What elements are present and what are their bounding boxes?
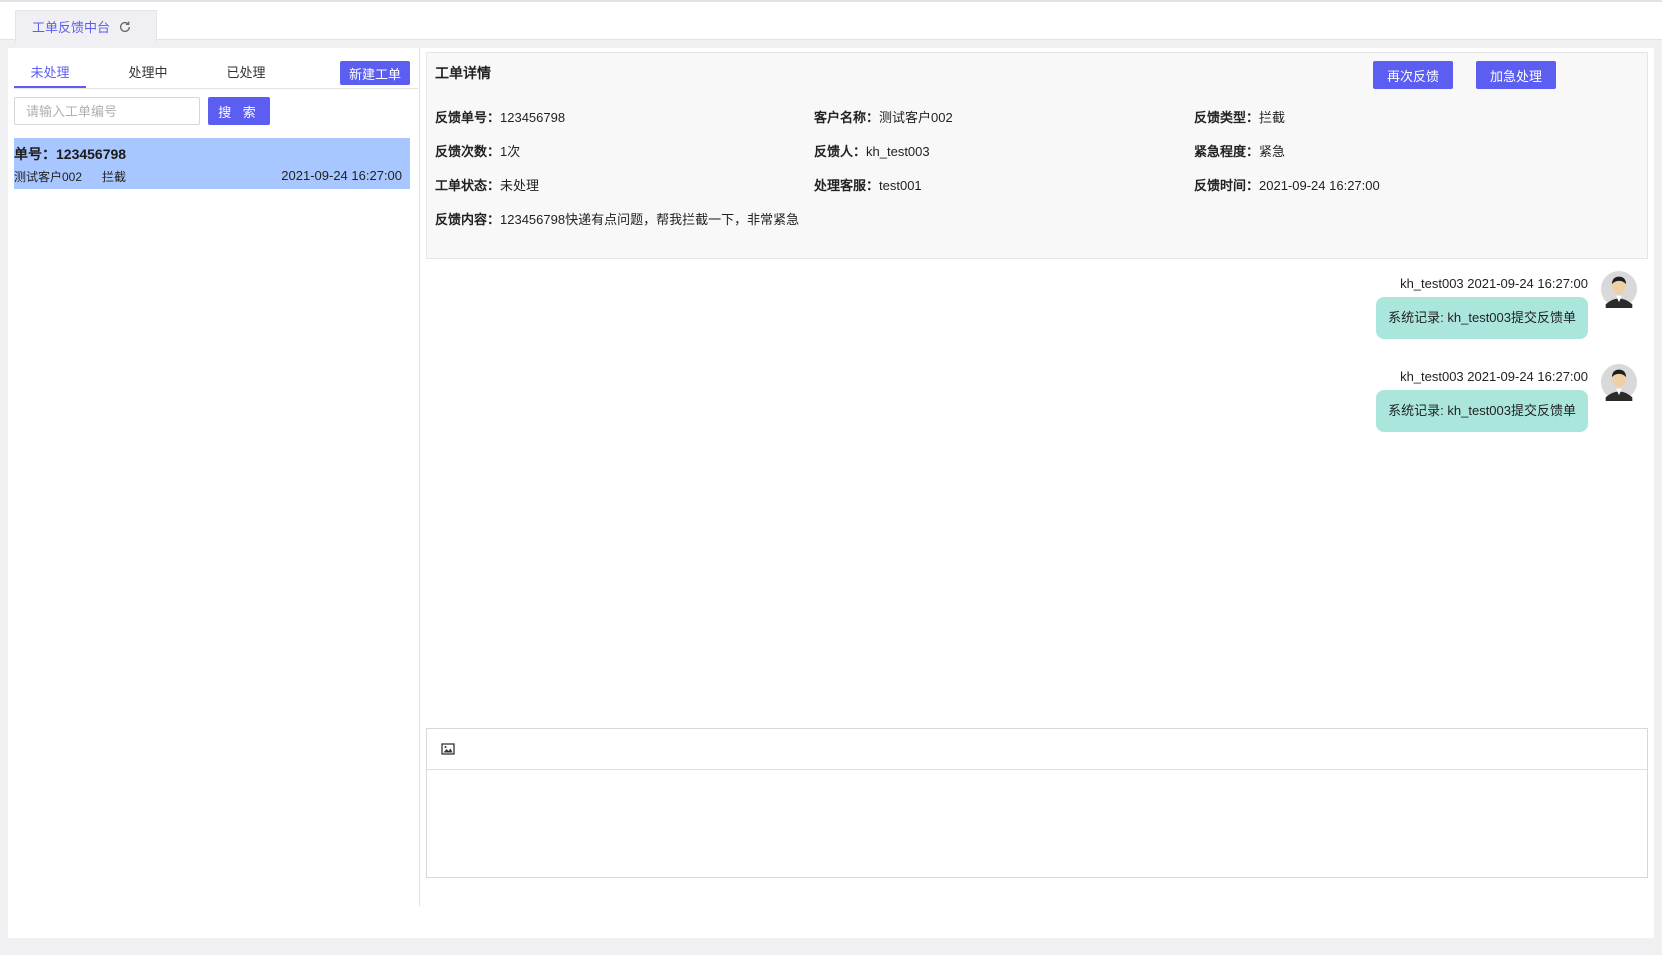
ticket-list-panel: 未处理 处理中 已处理 新建工单 搜 索 单号：123456798 测试客户00… bbox=[8, 48, 420, 906]
ticket-list-item[interactable]: 单号：123456798 测试客户002 拦截 2021-09-24 16:27… bbox=[14, 138, 410, 189]
reply-editor bbox=[426, 728, 1648, 878]
message-bubble: 系统记录: kh_test003提交反馈单 bbox=[1376, 297, 1588, 339]
ticket-type: 拦截 bbox=[102, 170, 127, 184]
field-feedback-time: 反馈时间：2021-09-24 16:27:00 bbox=[1194, 178, 1380, 193]
tab-processing[interactable]: 处理中 bbox=[112, 58, 184, 88]
top-bar: 工单反馈中台 bbox=[0, 0, 1662, 42]
ticket-number: 单号：123456798 bbox=[14, 146, 127, 162]
ticket-customer: 测试客户002 bbox=[14, 170, 83, 184]
tab-processed[interactable]: 已处理 bbox=[210, 58, 282, 88]
editor-toolbar bbox=[427, 729, 1647, 770]
main-container: 未处理 处理中 已处理 新建工单 搜 索 单号：123456798 测试客户00… bbox=[8, 48, 1654, 938]
user-avatar-icon bbox=[1600, 363, 1638, 401]
field-feedback-person: 反馈人：kh_test003 bbox=[814, 144, 930, 159]
image-icon[interactable] bbox=[441, 742, 455, 756]
message-meta: kh_test003 2021-09-24 16:27:00 bbox=[1400, 276, 1588, 291]
tab-unprocessed[interactable]: 未处理 bbox=[14, 58, 86, 88]
field-feedback-count: 反馈次数：1次 bbox=[435, 144, 521, 159]
page-tab-label: 工单反馈中台 bbox=[32, 20, 111, 35]
ticket-number-search-input[interactable] bbox=[14, 97, 200, 125]
user-avatar-icon bbox=[1600, 270, 1638, 308]
refeedback-button[interactable]: 再次反馈 bbox=[1373, 61, 1453, 89]
field-handler: 处理客服：test001 bbox=[814, 178, 922, 193]
details-title: 工单详情 bbox=[435, 65, 491, 81]
new-ticket-button[interactable]: 新建工单 bbox=[340, 61, 410, 85]
urgent-process-button[interactable]: 加急处理 bbox=[1476, 61, 1556, 89]
field-status: 工单状态：未处理 bbox=[435, 178, 540, 193]
message-meta: kh_test003 2021-09-24 16:27:00 bbox=[1400, 369, 1588, 384]
field-urgency: 紧急程度：紧急 bbox=[1194, 144, 1286, 159]
field-content: 反馈内容：123456798快递有点问题，帮我拦截一下，非常紧急 bbox=[435, 212, 800, 227]
message-bubble: 系统记录: kh_test003提交反馈单 bbox=[1376, 390, 1588, 432]
editor-text-area[interactable] bbox=[427, 770, 1647, 877]
search-button[interactable]: 搜 索 bbox=[208, 97, 270, 125]
ticket-details: 工单详情 再次反馈 加急处理 反馈单号：123456798 客户名称：测试客户0… bbox=[426, 52, 1648, 259]
message-history: kh_test003 2021-09-24 16:27:00 系统记录: kh_… bbox=[426, 264, 1648, 724]
ticket-detail-panel: 工单详情 再次反馈 加急处理 反馈单号：123456798 客户名称：测试客户0… bbox=[426, 52, 1648, 906]
page-tab-ticket-center[interactable]: 工单反馈中台 bbox=[15, 10, 157, 42]
field-feedback-type: 反馈类型：拦截 bbox=[1194, 110, 1286, 125]
ticket-time: 2021-09-24 16:27:00 bbox=[281, 168, 402, 183]
refresh-icon[interactable] bbox=[118, 20, 132, 34]
field-feedback-no: 反馈单号：123456798 bbox=[435, 110, 566, 125]
field-customer-name: 客户名称：测试客户002 bbox=[814, 110, 953, 125]
